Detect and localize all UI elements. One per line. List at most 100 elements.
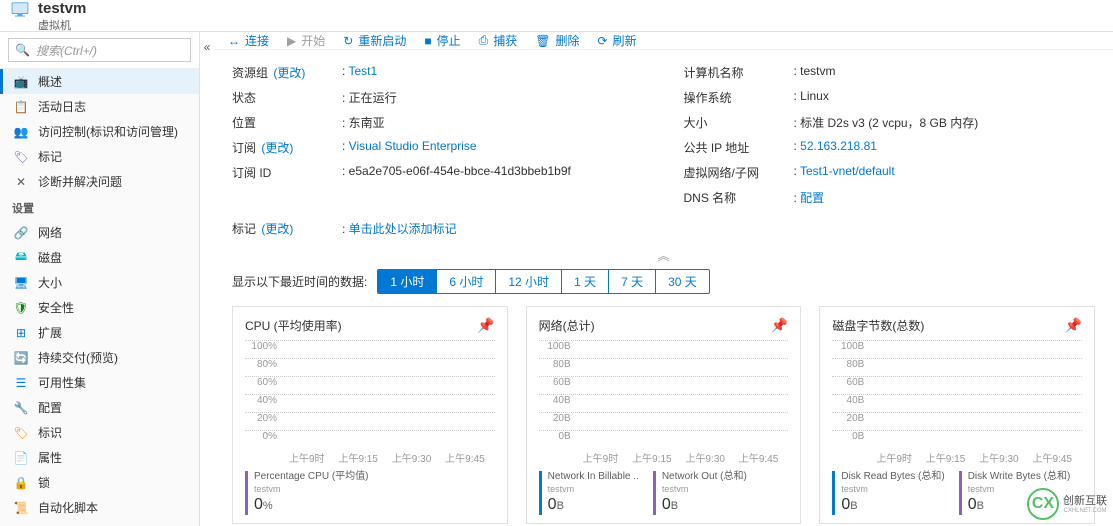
refresh-icon: ⟳ <box>597 34 607 48</box>
stop-button[interactable]: ■停止 <box>424 32 460 49</box>
nav-icon: ⊞ <box>12 326 30 340</box>
tags-change-link[interactable]: (更改) <box>261 222 293 236</box>
nav-label: 属性 <box>38 449 62 466</box>
search-placeholder: 搜索(Ctrl+/) <box>36 42 97 59</box>
sidebar-collapse-button[interactable]: « <box>200 32 214 526</box>
nav-icon: 🖴 <box>12 247 30 268</box>
nav-item-3[interactable]: 🏷 标记 <box>0 144 199 169</box>
nav-icon: 🛡 <box>12 301 30 315</box>
search-icon: 🔍 <box>15 43 30 57</box>
nav-setting-10[interactable]: 🔒锁 <box>0 470 199 495</box>
rg-link[interactable]: Test1 <box>348 64 377 78</box>
state-value: : 正在运行 <box>342 89 397 106</box>
nav-setting-0[interactable]: 🔗 网络 <box>0 220 199 245</box>
nav-setting-6[interactable]: ☰ 可用性集 <box>0 370 199 395</box>
sub-change-link[interactable]: (更改) <box>261 141 293 155</box>
os-value: : Linux <box>794 89 829 106</box>
nav-label: 标识 <box>38 424 62 441</box>
nav-setting-4[interactable]: ⊞ 扩展 <box>0 320 199 345</box>
tags-add-link[interactable]: 单击此处以添加标记 <box>349 222 457 236</box>
time-tab-1[interactable]: 6 小时 <box>437 270 496 293</box>
capture-button[interactable]: ⎙捕获 <box>479 32 518 49</box>
sub-link[interactable]: Visual Studio Enterprise <box>349 139 477 153</box>
nav-setting-7[interactable]: 🔧 配置 <box>0 395 199 420</box>
play-icon: ▶ <box>287 34 296 48</box>
nav-icon: 🏷 <box>12 150 30 164</box>
nav-setting-11[interactable]: 📜 自动化脚本 <box>0 495 199 520</box>
connect-icon: ↔ <box>228 34 240 48</box>
props-collapse-button[interactable]: ︽ <box>214 247 1113 261</box>
page-subtitle: 虚拟机 <box>38 17 86 33</box>
nav-icon: 🔄 <box>12 351 30 365</box>
rg-change-link[interactable]: (更改) <box>273 66 305 80</box>
vm-icon <box>10 0 30 19</box>
nav-icon: 🏷 <box>12 426 30 440</box>
chart-legend: Network In Billable ..testvm0BNetwork Ou… <box>539 471 789 515</box>
nav-label: 扩展 <box>38 324 62 341</box>
refresh-button[interactable]: ⟳刷新 <box>597 32 636 49</box>
time-tab-3[interactable]: 1 天 <box>562 270 609 293</box>
nav-icon: 📋 <box>12 100 30 114</box>
brand-watermark: CX 创新互联 CXHLNET.COM <box>1027 488 1107 520</box>
nav-setting-1[interactable]: 🖴 磁盘 <box>0 245 199 270</box>
nav-icon: 🔧 <box>12 401 30 415</box>
nav-label: 磁盘 <box>38 249 62 266</box>
time-label: 显示以下最近时间的数据: <box>232 273 367 290</box>
nav-label: 网络 <box>38 224 62 241</box>
chart-xaxis: 上午9时上午9:15上午9:30上午9:45 <box>539 450 789 465</box>
chart-grid: 100%80%60%40%20%0% <box>245 340 495 448</box>
pin-icon[interactable]: 📌 <box>477 317 494 334</box>
delete-icon: 🗑 <box>535 34 550 48</box>
nav-setting-5[interactable]: 🔄 持续交付(预览) <box>0 345 199 370</box>
nav-label: 访问控制(标识和访问管理) <box>38 123 178 140</box>
nav-label: 标记 <box>38 148 62 165</box>
capture-icon: ⎙ <box>479 33 489 48</box>
time-tab-4[interactable]: 7 天 <box>609 270 656 293</box>
ip-link[interactable]: 52.163.218.81 <box>800 139 877 153</box>
nav-icon: 📄 <box>12 451 30 465</box>
nav-label: 配置 <box>38 399 62 416</box>
dns-link[interactable]: 配置 <box>800 191 824 205</box>
nav-label: 活动日志 <box>38 98 86 115</box>
nav-icon: ☰ <box>12 376 30 390</box>
nav-label: 可用性集 <box>38 374 86 391</box>
time-tab-0[interactable]: 1 小时 <box>378 270 437 293</box>
nav-icon: 📜 <box>12 501 30 515</box>
nav-item-4[interactable]: ✕诊断并解决问题 <box>0 169 199 194</box>
pin-icon[interactable]: 📌 <box>771 317 788 334</box>
location-value: : 东南亚 <box>342 114 385 131</box>
search-input[interactable]: 🔍 搜索(Ctrl+/) <box>8 38 191 62</box>
connect-button[interactable]: ↔连接 <box>228 32 269 49</box>
chart-grid: 100B80B60B40B20B0B <box>539 340 789 448</box>
pin-icon[interactable]: 📌 <box>1065 317 1082 334</box>
chart-legend: Percentage CPU (平均值)testvm0% <box>245 471 495 515</box>
time-tab-5[interactable]: 30 天 <box>656 270 709 293</box>
chart-card-0: CPU (平均使用率)📌100%80%60%40%20%0%上午9时上午9:15… <box>232 306 508 524</box>
nav-label: 自动化脚本 <box>38 499 98 516</box>
nav-icon: 📺 <box>12 75 30 89</box>
nav-label: 大小 <box>38 274 62 291</box>
start-button[interactable]: ▶开始 <box>287 32 325 49</box>
nav-setting-3[interactable]: 🛡 安全性 <box>0 295 199 320</box>
vnet-link[interactable]: Test1-vnet/default <box>800 164 895 178</box>
restart-button[interactable]: ↻重新启动 <box>343 32 406 49</box>
nav-setting-8[interactable]: 🏷 标识 <box>0 420 199 445</box>
nav-label: 安全性 <box>38 299 74 316</box>
chart-title: 磁盘字节数(总数) <box>832 317 924 334</box>
nav-item-2[interactable]: 👥访问控制(标识和访问管理) <box>0 119 199 144</box>
nav-label: 概述 <box>38 73 62 90</box>
chart-grid: 100B80B60B40B20B0B <box>832 340 1082 448</box>
time-tab-2[interactable]: 12 小时 <box>496 270 562 293</box>
nav-item-0[interactable]: 📺 概述 <box>0 69 199 94</box>
nav-setting-9[interactable]: 📄 属性 <box>0 445 199 470</box>
page-title: testvm <box>38 0 86 17</box>
nav-icon: 🔗 <box>12 226 30 240</box>
nav-item-1[interactable]: 📋 活动日志 <box>0 94 199 119</box>
delete-button[interactable]: 🗑删除 <box>535 32 579 49</box>
nav-setting-2[interactable]: 🖥 大小 <box>0 270 199 295</box>
chart-title: CPU (平均使用率) <box>245 317 342 334</box>
chart-card-1: 网络(总计)📌100B80B60B40B20B0B上午9时上午9:15上午9:3… <box>526 306 802 524</box>
nav-label: 持续交付(预览) <box>38 349 118 366</box>
size-value: : 标准 D2s v3 (2 vcpu，8 GB 内存) <box>794 114 979 131</box>
nav-icon: 🖥 <box>12 276 30 290</box>
